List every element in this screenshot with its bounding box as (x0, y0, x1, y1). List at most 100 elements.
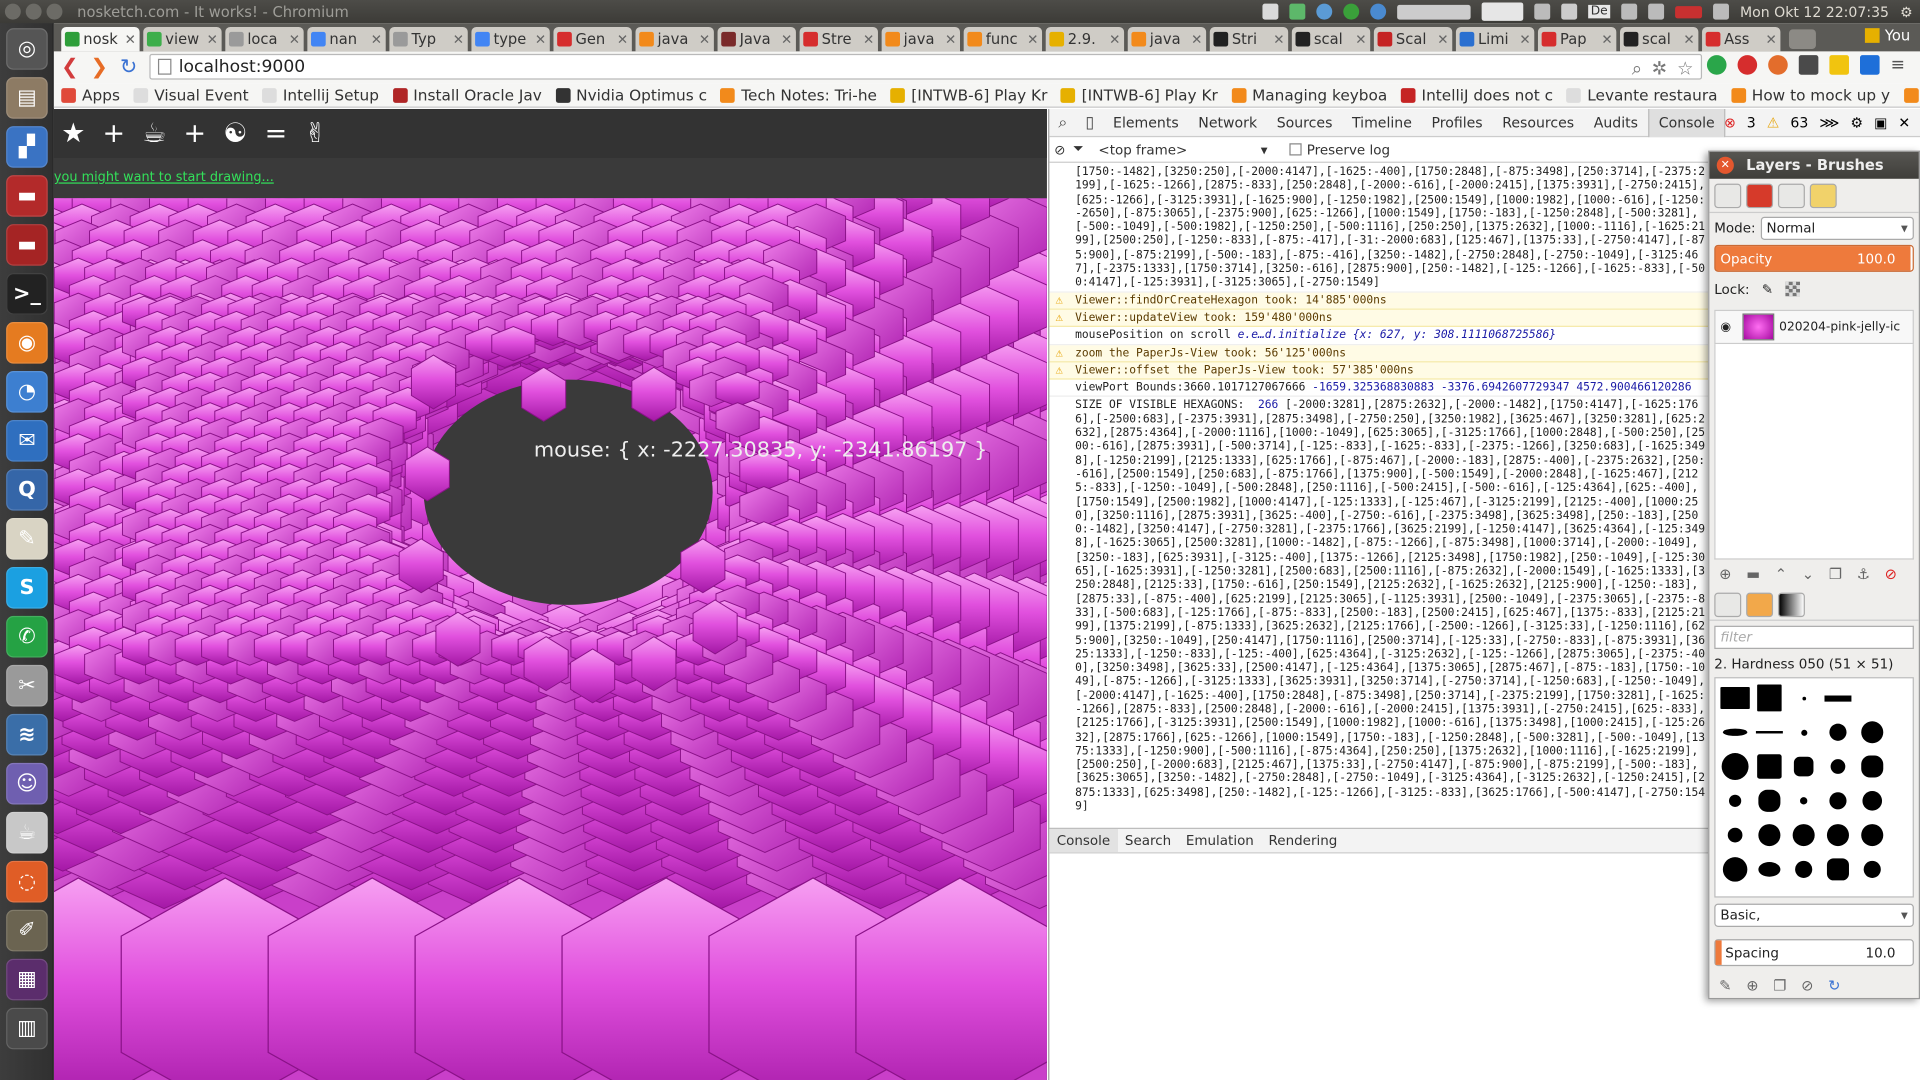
devtools-tab-sources[interactable]: Sources (1267, 108, 1342, 136)
browser-tab[interactable]: 2.9. ✕ (1045, 26, 1125, 52)
bookmark-item[interactable]: Visual Event (133, 86, 249, 104)
brush-preset[interactable] (1752, 818, 1786, 852)
tab-close-icon[interactable]: ✕ (1109, 31, 1120, 47)
devtools-menu-icon[interactable]: ⋙ (1819, 114, 1839, 131)
bookmark-item[interactable]: [INTWB-6] Play Kr (1060, 86, 1218, 104)
tab-close-icon[interactable]: ✕ (1519, 31, 1530, 47)
extension-blue-icon[interactable] (1860, 55, 1880, 75)
browser-tab[interactable]: java ✕ (881, 26, 961, 52)
maximize-window-button[interactable] (46, 3, 63, 20)
brush-preset[interactable] (1855, 715, 1889, 749)
pidgin-icon[interactable]: ☺ (6, 762, 48, 805)
browser-tab[interactable]: Ass ✕ (1702, 26, 1781, 52)
error-count[interactable]: 3 (1747, 114, 1756, 131)
extension-green-icon[interactable] (1706, 55, 1727, 75)
spacing-slider[interactable]: Spacing 10.0 (1714, 939, 1914, 967)
filter-icon[interactable]: ⏷ (1073, 141, 1084, 158)
devtools-tab-timeline[interactable]: Timeline (1342, 108, 1421, 136)
bookmark-item[interactable]: Nvidia Optimus c (555, 86, 707, 104)
quassel-icon[interactable]: Q (6, 468, 48, 511)
bookmark-item[interactable]: [INTWB-6] Play Kr (890, 86, 1047, 104)
brush-preset[interactable] (1718, 681, 1752, 715)
start-drawing-link[interactable]: you might want to start drawing... (54, 170, 274, 185)
tab-close-icon[interactable]: ✕ (1355, 31, 1366, 47)
brush-preset[interactable] (1821, 749, 1855, 783)
extension-dark-icon[interactable] (1798, 55, 1819, 75)
layers-tab-icon[interactable] (1714, 183, 1742, 208)
lock-pixels-icon[interactable]: ✎ (1762, 281, 1773, 297)
brush-grid[interactable] (1714, 677, 1914, 898)
tab-close-icon[interactable]: ✕ (1437, 31, 1448, 47)
brush-preset[interactable] (1855, 749, 1889, 783)
add-icon[interactable]: + (184, 118, 207, 149)
brush-preset[interactable] (1855, 681, 1889, 715)
tab-close-icon[interactable]: ✕ (1765, 31, 1776, 47)
firefox-icon[interactable]: ◉ (6, 322, 48, 364)
back-button[interactable]: ❮ (56, 54, 83, 81)
tab-close-icon[interactable]: ✕ (371, 31, 382, 47)
drawer-tab-emulation[interactable]: Emulation (1179, 829, 1262, 852)
brush-preset[interactable] (1821, 818, 1855, 852)
brush-preset[interactable] (1821, 681, 1855, 715)
settings-icon[interactable]: ⚙ (1850, 114, 1863, 131)
brush-preset[interactable] (1855, 852, 1889, 886)
edit-brush-icon[interactable]: ✎ (1719, 977, 1731, 994)
session-gear-icon[interactable]: ⚙ (1900, 3, 1913, 20)
brush-preset[interactable] (1787, 852, 1821, 886)
brush-preset[interactable] (1855, 818, 1889, 852)
skype-icon[interactable]: S (6, 566, 48, 609)
brush-preset[interactable] (1821, 852, 1855, 886)
browser-tab[interactable]: Scal ✕ (1373, 26, 1453, 52)
brush-preset[interactable] (1752, 784, 1786, 818)
delete-brush-icon[interactable]: ⊘ (1801, 977, 1813, 994)
status-tray-icon[interactable] (1343, 3, 1360, 20)
browser-tab[interactable]: Limi ✕ (1455, 26, 1535, 52)
browser-tab[interactable]: Typ ✕ (389, 26, 468, 52)
search-icon[interactable]: ⌕ (1632, 58, 1642, 80)
brush-preset[interactable] (1787, 715, 1821, 749)
clock[interactable]: Mon Okt 12 22:07:35 (1740, 3, 1889, 20)
warning-count[interactable]: 63 (1790, 114, 1808, 131)
browser-tab[interactable]: Stri ✕ (1209, 26, 1289, 52)
tab-close-icon[interactable]: ✕ (699, 31, 710, 47)
tab-close-icon[interactable]: ✕ (453, 31, 464, 47)
peace-hand-icon[interactable]: ✌ (304, 118, 327, 149)
whatsapp-icon[interactable]: ✆ (6, 615, 48, 658)
menu-icon[interactable]: ≡ (1891, 55, 1905, 75)
hexagon-grid[interactable] (53, 198, 1047, 1080)
console-message[interactable]: viewPort Bounds:3660.1017127067666 -1659… (1049, 380, 1709, 398)
browser-tab[interactable]: scal ✕ (1620, 26, 1699, 52)
drawer-tab-rendering[interactable]: Rendering (1261, 829, 1344, 852)
opacity-slider[interactable]: Opacity 100.0 (1714, 244, 1914, 272)
volume-icon[interactable] (1713, 3, 1729, 20)
reload-button[interactable]: ↻ (115, 54, 142, 81)
dash-icon[interactable]: ◎ (6, 28, 48, 70)
brush-filter-input[interactable]: filter (1714, 625, 1914, 649)
browser-tab[interactable]: Pap ✕ (1537, 26, 1617, 52)
browser-tab[interactable]: func ✕ (963, 26, 1043, 52)
brush-preset[interactable] (1718, 749, 1752, 783)
browser-tab[interactable]: type ✕ (471, 26, 550, 52)
profile-button[interactable]: You (1865, 27, 1910, 44)
terminal-icon[interactable]: >_ (6, 273, 48, 315)
kettle-icon[interactable]: ☕ (6, 811, 48, 854)
clear-console-icon[interactable]: ⊘ (1054, 141, 1065, 157)
frame-selector[interactable]: <top frame> (1098, 141, 1187, 157)
forward-button[interactable]: ❯ (86, 54, 113, 81)
thunderbird-icon[interactable]: ✉ (6, 420, 48, 462)
new-layer-icon[interactable]: ⊕ (1719, 566, 1731, 583)
tab-close-icon[interactable]: ✕ (1027, 31, 1038, 47)
devtools-tab-elements[interactable]: Elements (1103, 108, 1188, 136)
system-monitor-icon[interactable]: ≋ (6, 713, 48, 756)
brush-preset[interactable] (1718, 715, 1752, 749)
raise-layer-icon[interactable]: ⌃ (1775, 566, 1787, 583)
star-tool-icon[interactable]: ★ (61, 118, 85, 149)
dropbox-icon[interactable] (1262, 3, 1279, 20)
browser-tab[interactable]: loca ✕ (225, 26, 304, 52)
brush-preset[interactable] (1787, 749, 1821, 783)
patterns-tab-icon[interactable] (1746, 592, 1774, 617)
bookmark-item[interactable]: IntelliJ does not c (1400, 86, 1553, 104)
terminal-red-icon[interactable]: ▬ (6, 175, 48, 217)
browser-tab[interactable]: view ✕ (143, 26, 222, 52)
brush-preset[interactable] (1787, 818, 1821, 852)
